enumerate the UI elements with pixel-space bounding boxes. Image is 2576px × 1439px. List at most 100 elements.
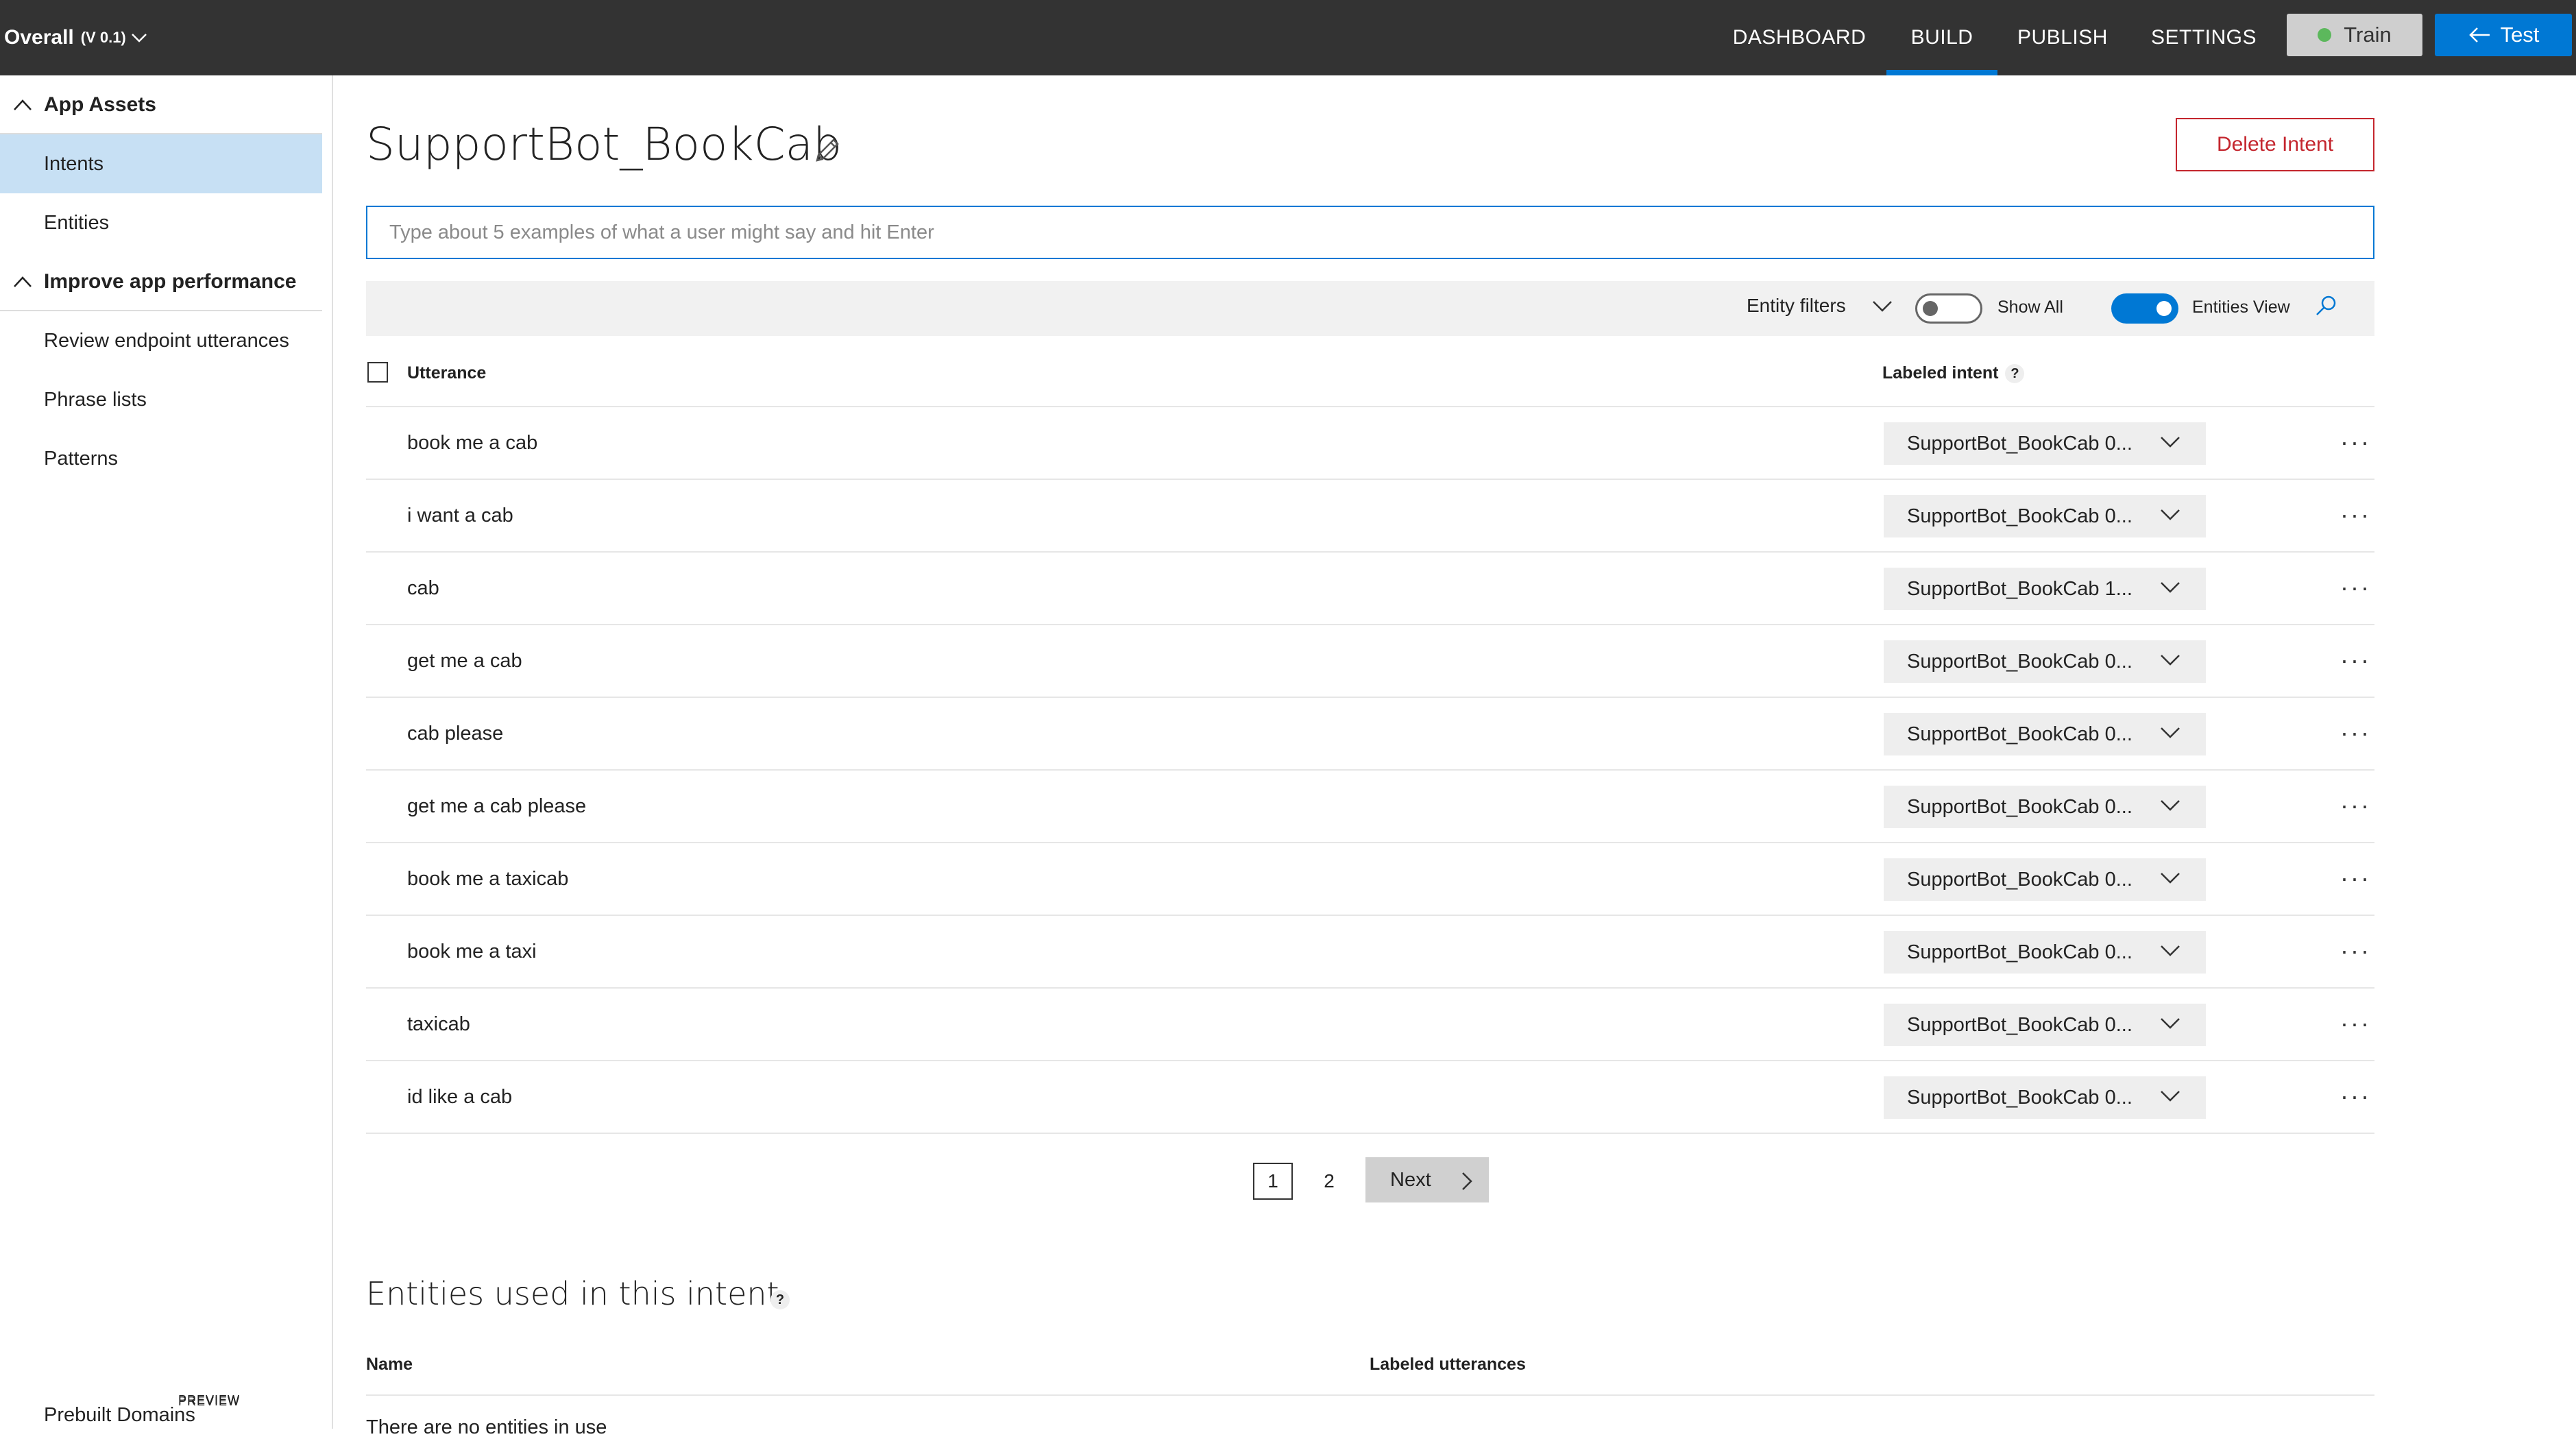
labeled-intent-value: SupportBot_BookCab 0... bbox=[1907, 505, 2133, 527]
labeled-intent-dropdown[interactable]: SupportBot_BookCab 0... bbox=[1884, 422, 2206, 465]
labeled-intent-value: SupportBot_BookCab 1... bbox=[1907, 577, 2133, 600]
column-header-label: Labeled intent bbox=[1882, 363, 1999, 383]
train-label: Train bbox=[2344, 23, 2392, 47]
labeled-intent-dropdown[interactable]: SupportBot_BookCab 0... bbox=[1884, 713, 2206, 755]
show-all-label: Show All bbox=[1997, 298, 2063, 317]
sidebar-item-entities[interactable]: Entities bbox=[0, 193, 322, 252]
chevron-right-icon bbox=[1462, 1172, 1472, 1190]
labeled-intent-value: SupportBot_BookCab 0... bbox=[1907, 1086, 2133, 1109]
select-all-checkbox[interactable] bbox=[367, 362, 388, 383]
utterance-text[interactable]: cab bbox=[407, 577, 439, 600]
labeled-intent-dropdown[interactable]: SupportBot_BookCab 0... bbox=[1884, 858, 2206, 901]
utterance-text[interactable]: get me a cab please bbox=[407, 795, 586, 818]
table-row: i want a cab SupportBot_BookCab 0... ··· bbox=[366, 479, 2374, 551]
chevron-down-icon bbox=[2161, 945, 2180, 956]
next-page-button[interactable]: Next bbox=[1365, 1157, 1489, 1202]
utterance-text[interactable]: book me a cab bbox=[407, 432, 537, 455]
page-2-button[interactable]: 2 bbox=[1315, 1163, 1344, 1200]
more-options-icon[interactable]: ··· bbox=[2340, 864, 2371, 893]
utterance-input[interactable] bbox=[366, 206, 2374, 259]
table-row: id like a cab SupportBot_BookCab 0... ··… bbox=[366, 1060, 2374, 1133]
labeled-intent-dropdown[interactable]: SupportBot_BookCab 0... bbox=[1884, 931, 2206, 974]
more-options-icon[interactable]: ··· bbox=[2340, 646, 2371, 675]
column-header-utterance[interactable]: Utterance bbox=[407, 363, 486, 383]
tab-settings[interactable]: SETTINGS bbox=[2146, 0, 2262, 75]
sidebar-item-intents[interactable]: Intents bbox=[0, 134, 322, 193]
more-options-icon[interactable]: ··· bbox=[2340, 936, 2371, 965]
sidebar-group-improve[interactable]: Improve app performance bbox=[0, 252, 322, 311]
entity-filter-bar: Entity filters Show All Entities View bbox=[366, 281, 2374, 336]
labeled-intent-dropdown[interactable]: SupportBot_BookCab 0... bbox=[1884, 1076, 2206, 1119]
delete-intent-button[interactable]: Delete Intent bbox=[2176, 118, 2374, 171]
sidebar-item-prebuilt-domains[interactable]: Prebuilt Domains bbox=[44, 1404, 195, 1427]
help-icon[interactable]: ? bbox=[770, 1290, 790, 1309]
sidebar-item-phrase-lists[interactable]: Phrase lists bbox=[0, 370, 322, 429]
utterance-text[interactable]: get me a cab bbox=[407, 650, 522, 673]
show-all-toggle[interactable] bbox=[1915, 293, 1982, 324]
chevron-down-icon bbox=[2161, 655, 2180, 666]
chevron-down-icon bbox=[2161, 727, 2180, 738]
train-status-icon bbox=[2318, 28, 2332, 42]
tab-build[interactable]: BUILD bbox=[1886, 0, 1997, 75]
chevron-down-icon bbox=[2161, 582, 2180, 593]
top-nav-bar: Overall (V 0.1) DASHBOARD BUILD PUBLISH … bbox=[0, 0, 2576, 75]
search-icon[interactable] bbox=[2313, 293, 2339, 319]
more-options-icon[interactable]: ··· bbox=[2340, 500, 2371, 529]
pencil-icon[interactable] bbox=[812, 134, 843, 166]
entities-section-title: Entities used in this intent bbox=[366, 1275, 779, 1312]
table-row: get me a cab SupportBot_BookCab 0... ··· bbox=[366, 624, 2374, 697]
more-options-icon[interactable]: ··· bbox=[2340, 428, 2371, 457]
column-header-name: Name bbox=[366, 1355, 413, 1374]
labeled-intent-dropdown[interactable]: SupportBot_BookCab 0... bbox=[1884, 495, 2206, 537]
train-button[interactable]: Train bbox=[2287, 14, 2422, 56]
utterance-text[interactable]: id like a cab bbox=[407, 1086, 512, 1109]
chevron-down-icon bbox=[2161, 1091, 2180, 1102]
table-row: cab SupportBot_BookCab 1... ··· bbox=[366, 551, 2374, 624]
entities-view-toggle[interactable] bbox=[2111, 293, 2178, 324]
no-entities-message: There are no entities in use bbox=[366, 1416, 607, 1438]
more-options-icon[interactable]: ··· bbox=[2340, 573, 2371, 602]
labeled-intent-dropdown[interactable]: SupportBot_BookCab 0... bbox=[1884, 640, 2206, 683]
more-options-icon[interactable]: ··· bbox=[2340, 1082, 2371, 1111]
chevron-up-icon bbox=[14, 276, 32, 287]
labeled-intent-value: SupportBot_BookCab 0... bbox=[1907, 1013, 2133, 1036]
app-version-selector[interactable]: Overall (V 0.1) bbox=[4, 21, 148, 55]
help-icon[interactable]: ? bbox=[2005, 364, 2025, 384]
labeled-intent-value: SupportBot_BookCab 0... bbox=[1907, 650, 2133, 673]
table-row: book me a cab SupportBot_BookCab 0... ··… bbox=[366, 406, 2374, 479]
tab-dashboard[interactable]: DASHBOARD bbox=[1727, 0, 1871, 75]
entities-view-label: Entities View bbox=[2192, 298, 2290, 317]
chevron-down-icon bbox=[2161, 800, 2180, 811]
more-options-icon[interactable]: ··· bbox=[2340, 718, 2371, 747]
utterance-text[interactable]: i want a cab bbox=[407, 505, 513, 527]
utterance-text[interactable]: cab please bbox=[407, 723, 503, 745]
chevron-down-icon bbox=[2161, 509, 2180, 520]
app-version: (V 0.1) bbox=[80, 29, 126, 46]
labeled-intent-dropdown[interactable]: SupportBot_BookCab 0... bbox=[1884, 786, 2206, 828]
labeled-intent-dropdown[interactable]: SupportBot_BookCab 0... bbox=[1884, 1004, 2206, 1046]
next-label: Next bbox=[1390, 1168, 1431, 1191]
tab-publish[interactable]: PUBLISH bbox=[2014, 0, 2111, 75]
sidebar-item-review-endpoint[interactable]: Review endpoint utterances bbox=[0, 311, 322, 370]
utterance-text[interactable]: book me a taxicab bbox=[407, 868, 568, 891]
utterance-text[interactable]: taxicab bbox=[407, 1013, 470, 1036]
more-options-icon[interactable]: ··· bbox=[2340, 791, 2371, 820]
labeled-intent-value: SupportBot_BookCab 0... bbox=[1907, 723, 2133, 745]
more-options-icon[interactable]: ··· bbox=[2340, 1009, 2371, 1038]
table-row: get me a cab please SupportBot_BookCab 0… bbox=[366, 769, 2374, 842]
sidebar: App Assets Intents Entities Improve app … bbox=[0, 75, 333, 1429]
labeled-intent-dropdown[interactable]: SupportBot_BookCab 1... bbox=[1884, 568, 2206, 610]
labeled-intent-value: SupportBot_BookCab 0... bbox=[1907, 941, 2133, 963]
entity-filters-label[interactable]: Entity filters bbox=[1747, 295, 1846, 317]
chevron-down-icon bbox=[2161, 1018, 2180, 1029]
chevron-down-icon[interactable] bbox=[1871, 299, 1893, 314]
sidebar-group-app-assets[interactable]: App Assets bbox=[0, 75, 322, 134]
table-row: taxicab SupportBot_BookCab 0... ··· bbox=[366, 987, 2374, 1060]
test-button[interactable]: Test bbox=[2435, 14, 2572, 56]
utterance-text[interactable]: book me a taxi bbox=[407, 941, 537, 963]
labeled-intent-value: SupportBot_BookCab 0... bbox=[1907, 795, 2133, 818]
sidebar-group-label: Improve app performance bbox=[44, 270, 297, 293]
page-1-button[interactable]: 1 bbox=[1253, 1163, 1293, 1200]
sidebar-item-patterns[interactable]: Patterns bbox=[0, 429, 322, 488]
arrow-left-icon bbox=[2468, 27, 2490, 43]
